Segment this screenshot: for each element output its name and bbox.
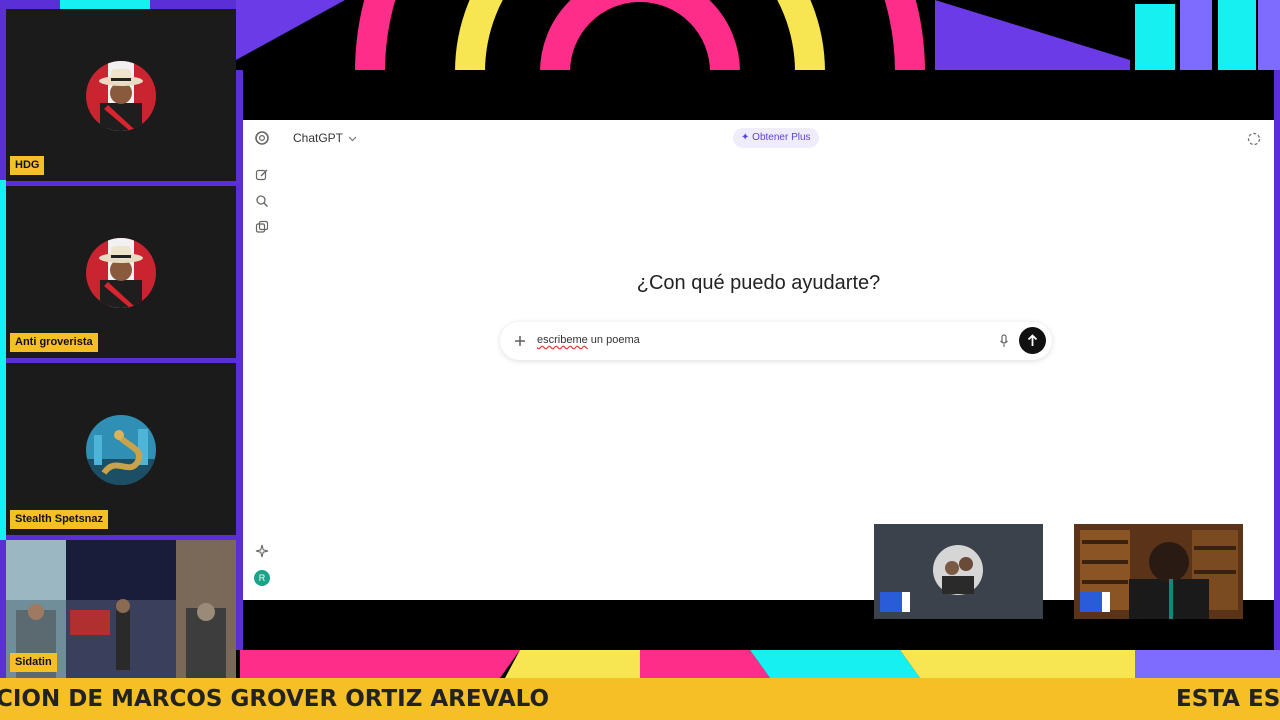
misspelled-word: escribeme	[537, 334, 588, 346]
participant-tile-hdg[interactable]: HDG	[6, 9, 236, 181]
openai-logo-icon[interactable]	[254, 130, 270, 146]
shared-screen: R ChatGPT ✦ Obtener Plus ¿Con qué puedo …	[243, 70, 1274, 650]
new-chat-icon[interactable]	[255, 168, 269, 182]
temporary-chat-icon[interactable]	[1247, 132, 1261, 146]
participant-name: Anti groverista	[10, 333, 98, 352]
chevron-down-icon	[348, 136, 357, 142]
participant-tile-stealth-spetsnaz[interactable]: Stealth Spetsnaz	[6, 363, 236, 535]
host-video	[1074, 524, 1243, 619]
model-selector[interactable]: ChatGPT	[293, 131, 357, 145]
hat-portrait-avatar	[86, 61, 156, 131]
model-label: ChatGPT	[293, 131, 343, 145]
get-plus-button[interactable]: ✦ Obtener Plus	[733, 128, 819, 148]
ticker-text-left: CION DE MARCOS GROVER ORTIZ AREVALO	[0, 686, 550, 712]
participant-name: Sidatin	[10, 653, 57, 672]
hat-portrait-avatar	[86, 238, 156, 308]
account-avatar-icon[interactable]: R	[254, 570, 270, 586]
prompt-composer[interactable]: escribeme un poema	[500, 322, 1052, 360]
participant-tile-anti-groverista[interactable]: Anti groverista	[6, 186, 236, 358]
call-participant-video	[874, 524, 1043, 619]
call-video-tile[interactable]	[874, 524, 1043, 619]
get-plus-label: Obtener Plus	[752, 132, 811, 143]
page-heading: ¿Con qué puedo ayudarte?	[636, 272, 881, 294]
library-icon[interactable]	[255, 220, 269, 234]
search-icon[interactable]	[255, 194, 269, 208]
prompt-input[interactable]: escribeme un poema	[537, 334, 640, 346]
host-video-tile[interactable]	[1074, 524, 1243, 619]
sparkle-icon[interactable]	[255, 544, 269, 558]
ticker-text-right: ESTA ES	[1176, 686, 1280, 712]
snake-avatar	[86, 415, 156, 485]
arrow-up-icon	[1027, 334, 1038, 346]
plus-icon[interactable]	[514, 335, 526, 347]
microphone-icon[interactable]	[999, 334, 1009, 348]
news-ticker: CION DE MARCOS GROVER ORTIZ AREVALO ESTA…	[0, 678, 1280, 720]
participant-tile-sidatin[interactable]: Sidatin	[6, 540, 236, 678]
send-button[interactable]	[1019, 327, 1046, 354]
plus-sparkle-icon: ✦	[741, 132, 750, 143]
participant-name: Stealth Spetsnaz	[10, 510, 109, 529]
prompt-text: un poema	[587, 334, 640, 346]
participant-name: HDG	[10, 156, 45, 175]
